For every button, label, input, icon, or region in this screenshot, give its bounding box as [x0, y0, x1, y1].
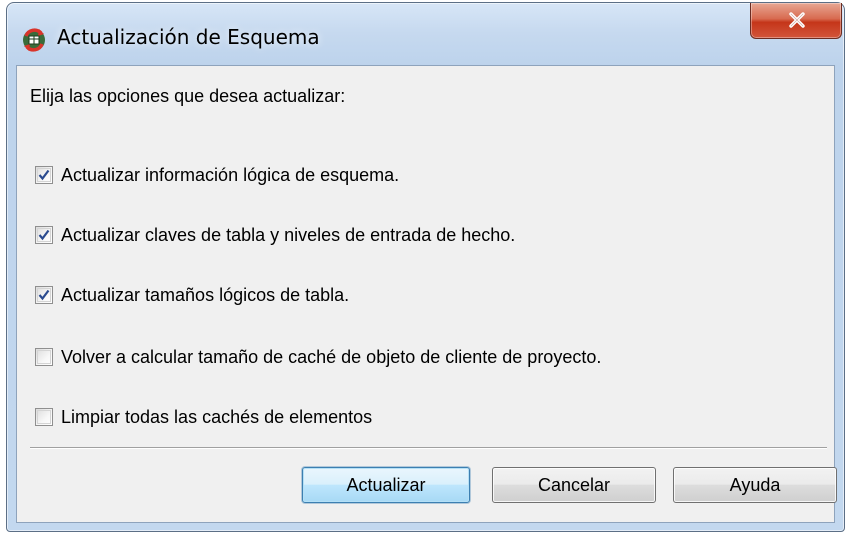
schema-update-icon: [23, 28, 45, 52]
option-label: Limpiar todas las cachés de elementos: [61, 406, 373, 427]
option-update-table-keys[interactable]: Actualizar claves de tabla y niveles de …: [35, 223, 515, 247]
option-update-table-sizes[interactable]: Actualizar tamaños lógicos de tabla.: [35, 283, 349, 307]
close-x-icon: [789, 12, 805, 28]
cancel-button[interactable]: Cancelar: [492, 467, 656, 503]
checkbox[interactable]: [35, 348, 53, 366]
option-label: Actualizar claves de tabla y niveles de …: [61, 224, 516, 245]
help-button[interactable]: Ayuda: [673, 467, 837, 503]
checkmark-icon: [38, 169, 50, 181]
option-label: Volver a calcular tamaño de caché de obj…: [61, 346, 602, 367]
checkbox[interactable]: [35, 226, 53, 244]
update-button[interactable]: Actualizar: [302, 467, 470, 503]
dialog-body: Elija las opciones que desea actualizar:…: [16, 65, 837, 523]
option-update-logical-schema[interactable]: Actualizar información lógica de esquema…: [35, 163, 399, 187]
option-label: Actualizar información lógica de esquema…: [61, 164, 400, 185]
window-title: Actualización de Esquema: [57, 25, 320, 49]
instruction-text: Elija las opciones que desea actualizar:: [30, 86, 346, 106]
option-clear-element-caches[interactable]: Limpiar todas las cachés de elementos: [35, 405, 372, 429]
separator: [30, 447, 827, 449]
checkbox[interactable]: [35, 408, 53, 426]
title-bar[interactable]: Actualización de Esquema: [7, 3, 844, 65]
option-label: Actualizar tamaños lógicos de tabla.: [61, 284, 350, 305]
close-button[interactable]: [750, 3, 842, 39]
checkmark-icon: [38, 229, 50, 241]
checkmark-icon: [38, 289, 50, 301]
checkbox[interactable]: [35, 166, 53, 184]
dialog-window: Actualización de Esquema Elija las opcio…: [6, 2, 845, 532]
option-recalculate-cache-size[interactable]: Volver a calcular tamaño de caché de obj…: [35, 345, 601, 369]
checkbox[interactable]: [35, 286, 53, 304]
